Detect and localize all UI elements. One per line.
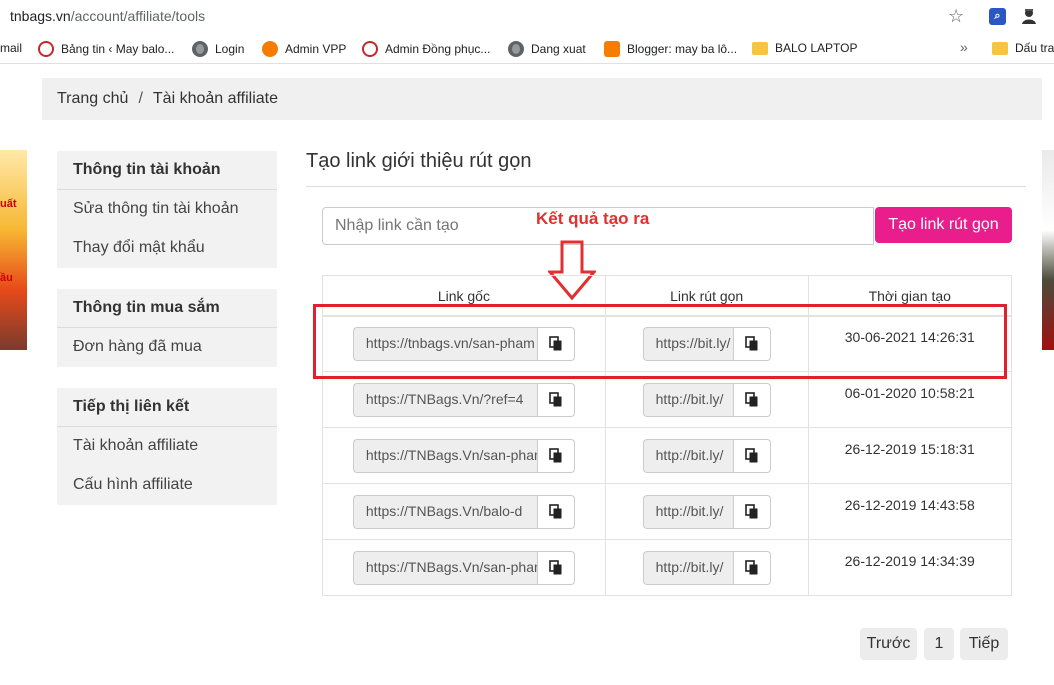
pagination-prev-button[interactable]: Trước	[860, 628, 917, 660]
bookmark-login[interactable]: Login	[192, 41, 244, 57]
original-link-field[interactable]: https://TNBags.Vn/san-pham	[352, 550, 537, 585]
globe-icon	[192, 41, 208, 57]
page-title: Tạo link giới thiệu rút gọn	[306, 150, 532, 172]
extension-search-icon[interactable]: ⌕	[989, 8, 1006, 25]
sidebar-group-title: Thông tin tài khoản	[57, 151, 277, 190]
bookmark-admin-dong-phuc[interactable]: Admin Đồng phục...	[362, 41, 490, 57]
bookmark-bang-tin[interactable]: Bảng tin ‹ May balo...	[38, 41, 174, 57]
copy-icon	[549, 447, 562, 462]
globe-icon	[508, 41, 524, 57]
created-time: 26-12-2019 15:18:31	[844, 440, 975, 457]
sidebar-shopping-group: Thông tin mua sắm Đơn hàng đã mua	[57, 289, 277, 367]
tnv-logo-icon	[38, 41, 54, 57]
banner-text: ầu	[0, 272, 13, 284]
short-link-field[interactable]: http://bit.ly/	[642, 494, 733, 529]
bookmark-dang-xuat[interactable]: Dang xuat	[508, 41, 586, 57]
copy-original-button[interactable]	[536, 550, 575, 585]
bookmark-admin-vpp[interactable]: Admin VPP	[262, 41, 346, 57]
folder-icon	[992, 41, 1008, 55]
breadcrumb-home[interactable]: Trang chủ	[57, 90, 128, 107]
created-time: 06-01-2020 10:58:21	[844, 384, 975, 401]
bookmark-blogger[interactable]: Blogger: may ba lô...	[604, 41, 737, 57]
original-link-field[interactable]: https://TNBags.Vn/balo-d	[352, 494, 537, 529]
short-link-field[interactable]: http://bit.ly/	[642, 382, 733, 417]
bookmark-star-icon[interactable]: ☆	[948, 6, 964, 27]
table-row: https://TNBags.Vn/balo-d http://bit.ly/ …	[322, 483, 1013, 540]
original-link-field[interactable]: https://TNBags.Vn/san-pham	[352, 438, 537, 473]
tnv-logo-icon	[362, 41, 378, 57]
short-link-field[interactable]: http://bit.ly/	[642, 550, 733, 585]
sidebar-affiliate-group: Tiếp thị liên kết Tài khoản affiliate Cấ…	[57, 388, 277, 505]
original-link-field[interactable]: https://TNBags.Vn/?ref=4	[352, 382, 537, 417]
title-divider	[306, 186, 1026, 187]
address-bar[interactable]: tnbags.vn/account/affiliate/tools ☆ ⌕	[0, 0, 1054, 34]
copy-short-button[interactable]	[732, 438, 771, 473]
copy-icon	[549, 503, 562, 518]
bookmarks-bar: mail Bảng tin ‹ May balo... Login Admin …	[0, 34, 1054, 64]
sidebar-group-title: Thông tin mua sắm	[57, 289, 277, 328]
copy-icon	[549, 559, 562, 574]
folder-icon	[752, 41, 768, 55]
bookmark-balo-laptop[interactable]: BALO LAPTOP	[752, 41, 857, 55]
short-link-field[interactable]: http://bit.ly/	[642, 438, 733, 473]
table-row: https://TNBags.Vn/?ref=4 http://bit.ly/ …	[322, 371, 1013, 428]
url-text[interactable]: tnbags.vn/account/affiliate/tools	[10, 8, 205, 24]
copy-icon	[549, 391, 562, 406]
sidebar-item-edit-account[interactable]: Sửa thông tin tài khoản	[57, 190, 277, 229]
banner-text: uất	[0, 198, 17, 210]
bookmarks-more-icon[interactable]: »	[960, 39, 968, 55]
highlight-box	[313, 304, 1007, 379]
create-short-link-button[interactable]: Tạo link rút gọn	[875, 207, 1012, 243]
copy-short-button[interactable]	[732, 382, 771, 417]
copy-icon	[744, 391, 758, 406]
breadcrumb-separator: /	[138, 90, 143, 107]
copy-original-button[interactable]	[536, 438, 575, 473]
sidebar-group-title: Tiếp thị liên kết	[57, 388, 277, 427]
table-row: https://TNBags.Vn/san-pham http://bit.ly…	[322, 539, 1013, 596]
copy-short-button[interactable]	[732, 494, 771, 529]
copy-short-button[interactable]	[732, 550, 771, 585]
annotation-label: Kết quả tạo ra	[536, 209, 650, 228]
bookmark-dau-tra[interactable]: Dấu tra	[992, 41, 1054, 55]
breadcrumb: Trang chủ / Tài khoản affiliate	[42, 78, 1042, 120]
copy-icon	[744, 503, 758, 518]
sidebar-account-group: Thông tin tài khoản Sửa thông tin tài kh…	[57, 151, 277, 268]
blogger-icon	[604, 41, 620, 57]
sidebar-item-affiliate-account[interactable]: Tài khoản affiliate	[57, 427, 277, 466]
copy-icon	[744, 559, 758, 574]
copy-icon	[744, 447, 758, 462]
sidebar-item-change-password[interactable]: Thay đổi mật khẩu	[57, 229, 277, 268]
left-ad-banner[interactable]: uất ầu	[0, 150, 27, 350]
sidebar-item-affiliate-config[interactable]: Cấu hình affiliate	[57, 466, 277, 505]
created-time: 26-12-2019 14:34:39	[844, 552, 975, 569]
sidebar-item-orders[interactable]: Đơn hàng đã mua	[57, 328, 277, 367]
bookmark-mail[interactable]: mail	[0, 41, 22, 55]
created-time: 26-12-2019 14:43:58	[844, 496, 975, 513]
copy-original-button[interactable]	[536, 494, 575, 529]
pagination-next-button[interactable]: Tiếp	[960, 628, 1008, 660]
orange-logo-icon	[262, 41, 278, 57]
extension-agent-icon[interactable]	[1020, 7, 1038, 25]
table-row: https://TNBags.Vn/san-pham http://bit.ly…	[322, 427, 1013, 484]
breadcrumb-current: Tài khoản affiliate	[152, 90, 279, 107]
right-ad-banner[interactable]	[1042, 150, 1054, 350]
copy-original-button[interactable]	[536, 382, 575, 417]
pagination-page-1[interactable]: 1	[924, 628, 954, 660]
